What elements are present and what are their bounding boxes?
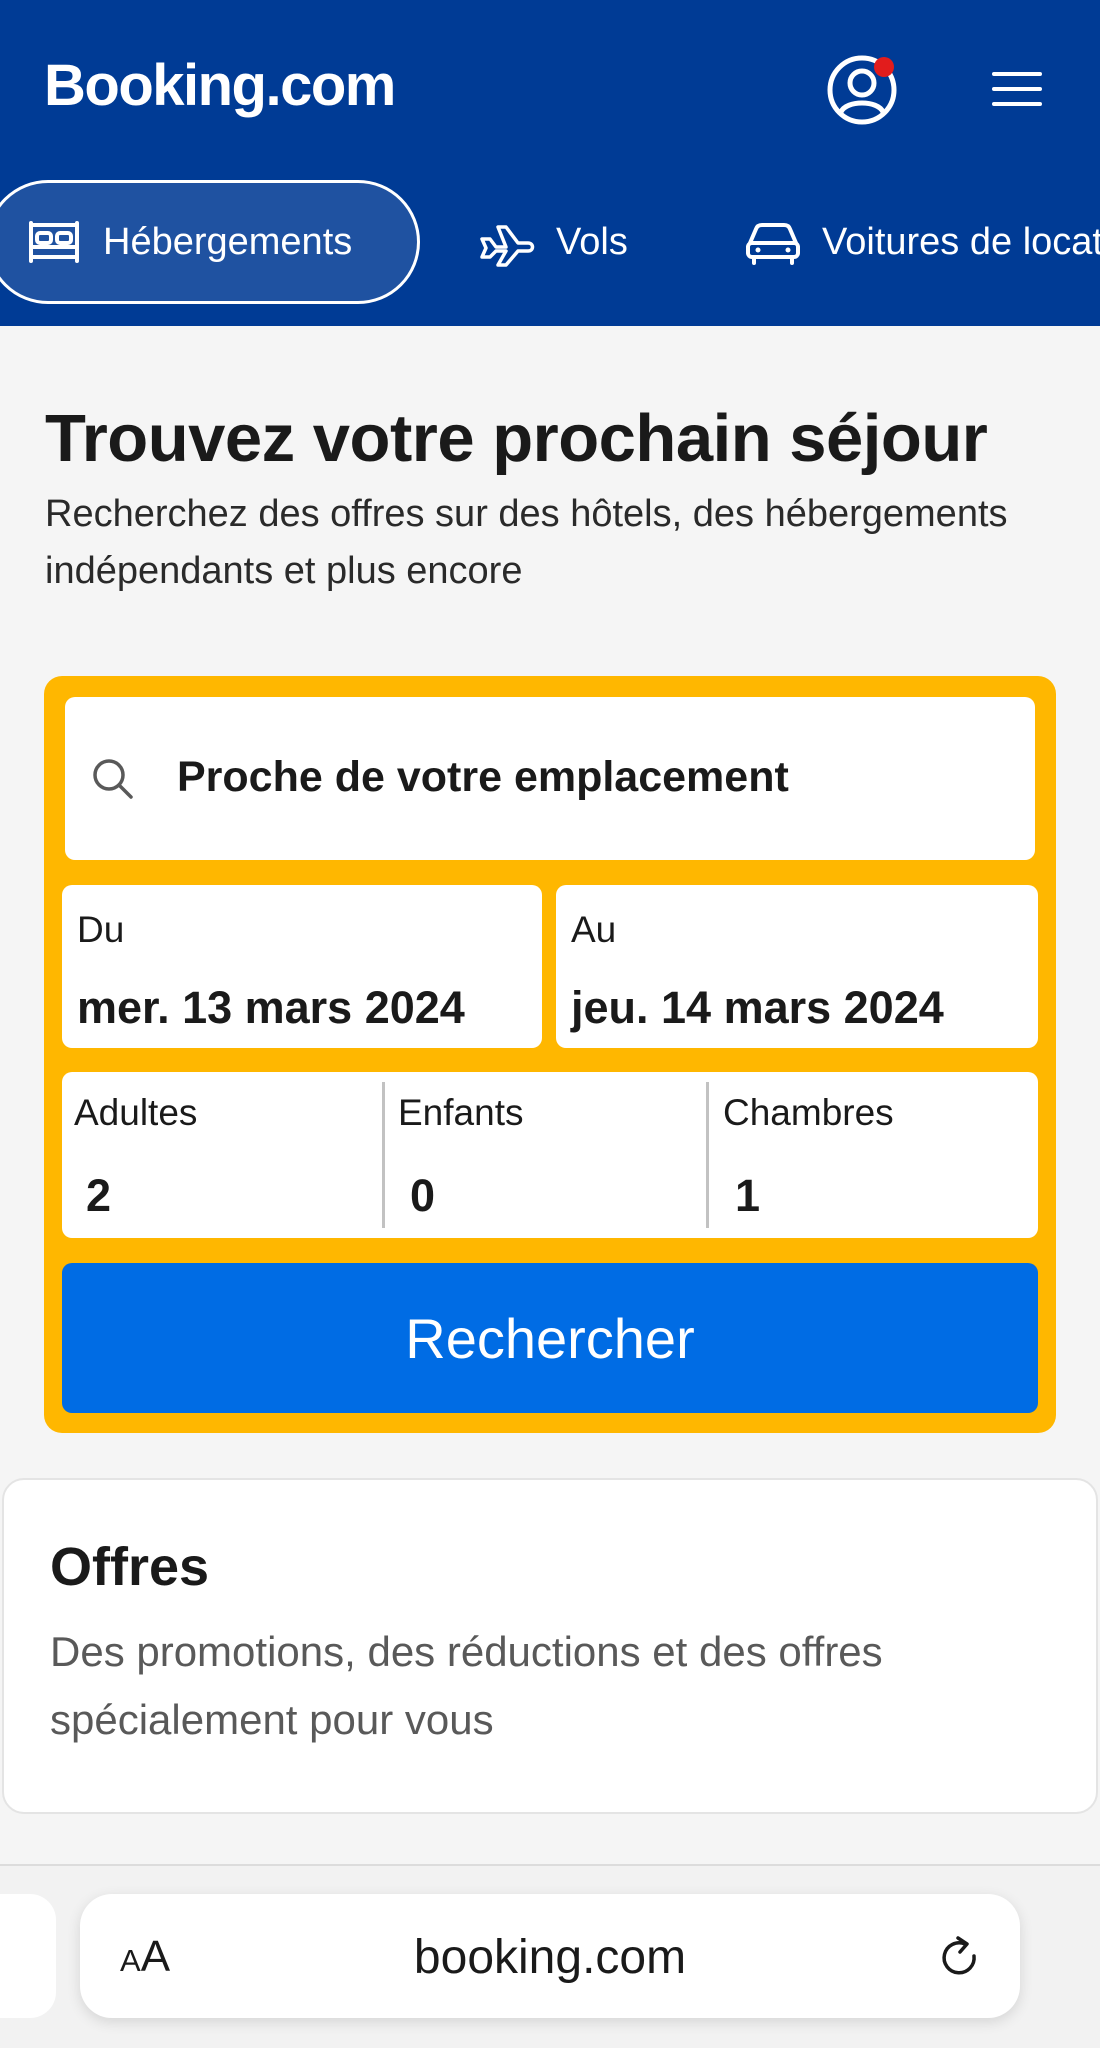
airplane-icon (478, 217, 536, 267)
hamburger-line (992, 87, 1042, 91)
check-out-label: Au (571, 909, 617, 950)
search-button[interactable]: Rechercher (62, 1263, 1038, 1413)
menu-button[interactable] (992, 68, 1046, 110)
page-title: Trouvez votre prochain séjour (45, 401, 988, 476)
offers-title: Offres (50, 1537, 210, 1597)
check-out-field[interactable]: Au jeu. 14 mars 2024 (556, 885, 1038, 1048)
bed-icon (25, 217, 83, 267)
check-in-label: Du (77, 909, 125, 950)
adults-value: 2 (86, 1170, 112, 1221)
product-tabs: Hébergements Vols Voitures de locati (0, 180, 1100, 304)
rooms-label: Chambres (723, 1092, 894, 1133)
notification-dot (874, 57, 894, 77)
booking-logo[interactable]: Booking.com (44, 52, 396, 119)
previous-tab-preview[interactable] (0, 1894, 56, 2018)
check-in-value: mer. 13 mars 2024 (77, 982, 465, 1033)
page-subtitle: Recherchez des offres sur des hôtels, de… (45, 493, 1008, 592)
offers-card: Offres Des promotions, des réductions et… (2, 1478, 1098, 1814)
occupancy-field[interactable]: Adultes 2 Enfants 0 Chambres 1 (62, 1072, 1038, 1238)
check-in-field[interactable]: Du mer. 13 mars 2024 (62, 885, 542, 1048)
tab-label: Voitures de location (822, 220, 1100, 263)
car-icon (744, 217, 802, 267)
rooms-value: 1 (735, 1170, 761, 1221)
destination-field[interactable]: Proche de votre emplacement (65, 697, 1035, 860)
browser-toolbar: AA booking.com (0, 1864, 1100, 2048)
tab-accommodations[interactable]: Hébergements (0, 180, 420, 304)
hamburger-line (992, 102, 1042, 106)
divider (706, 1082, 709, 1228)
tab-car-rental[interactable]: Voitures de location (744, 180, 1100, 304)
divider (382, 1082, 385, 1228)
site-header: Booking.com Hébergements Vols Voitures d… (0, 0, 1100, 326)
check-out-value: jeu. 14 mars 2024 (571, 982, 944, 1033)
search-icon (89, 755, 137, 808)
hamburger-line (992, 72, 1042, 76)
url-text: booking.com (413, 1931, 687, 1984)
destination-value: Proche de votre emplacement (177, 753, 789, 801)
tab-label: Hébergements (103, 220, 353, 263)
search-form: Proche de votre emplacement Du mer. 13 m… (44, 676, 1056, 1433)
address-bar[interactable]: AA booking.com (80, 1894, 1020, 2018)
adults-label: Adultes (74, 1092, 198, 1133)
tab-flights[interactable]: Vols (478, 180, 628, 304)
adults-selector[interactable]: Adultes 2 (74, 1072, 384, 1238)
reload-icon[interactable] (936, 1934, 984, 1982)
offers-description: Des promotions, des réductions et des of… (50, 1628, 883, 1743)
rooms-selector[interactable]: Chambres 1 (723, 1072, 1023, 1238)
children-label: Enfants (398, 1092, 524, 1133)
tab-label: Vols (556, 220, 628, 263)
children-value: 0 (410, 1170, 436, 1221)
account-button[interactable] (826, 54, 898, 126)
children-selector[interactable]: Enfants 0 (398, 1072, 708, 1238)
